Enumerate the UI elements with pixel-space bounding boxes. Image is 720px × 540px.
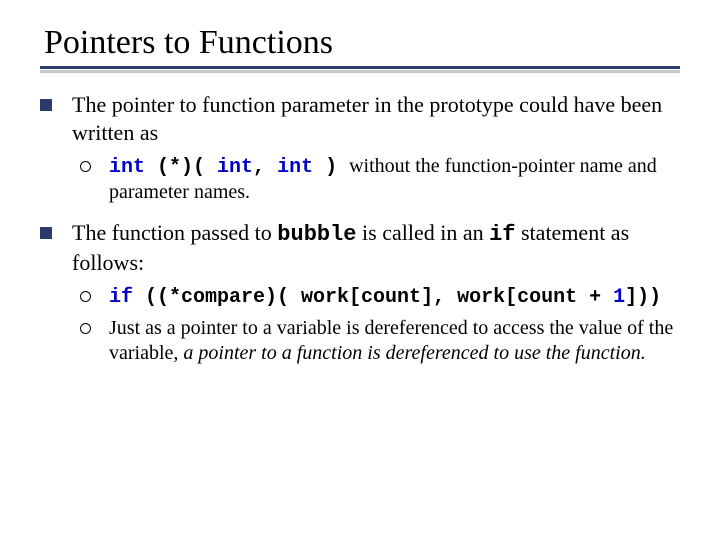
- code-text: (*)(: [145, 156, 217, 179]
- circle-bullet-icon: [80, 323, 91, 334]
- sub-bullet-text: int (*)( int, int ) without the function…: [109, 154, 680, 205]
- slide: Pointers to Functions The pointer to fun…: [0, 0, 720, 540]
- rule-light: [40, 70, 680, 73]
- title-underline: [40, 66, 680, 73]
- code-text: ,: [253, 156, 277, 179]
- title-block: Pointers to Functions: [40, 24, 680, 73]
- sub-bullet-item: Just as a pointer to a variable is deref…: [80, 316, 680, 366]
- bullet-text: The pointer to function parameter in the…: [72, 91, 680, 146]
- square-bullet-icon: [40, 99, 52, 111]
- plain-text: The function passed to: [72, 220, 277, 245]
- code-number: 1: [613, 286, 625, 309]
- bullet-item: The pointer to function parameter in the…: [40, 91, 680, 146]
- plain-text: is called in an: [357, 220, 490, 245]
- circle-bullet-icon: [80, 161, 91, 172]
- square-bullet-icon: [40, 227, 52, 239]
- slide-title: Pointers to Functions: [40, 24, 680, 62]
- code-keyword: int: [277, 156, 313, 179]
- sub-bullet-text: if ((*compare)( work[count], work[count …: [109, 284, 680, 310]
- code-text: bubble: [277, 222, 356, 247]
- code-keyword: int: [217, 156, 253, 179]
- sub-bullet-item: int (*)( int, int ) without the function…: [80, 154, 680, 205]
- code-keyword: if: [109, 286, 133, 309]
- rule-dark: [40, 66, 680, 69]
- slide-body: The pointer to function parameter in the…: [40, 91, 680, 366]
- bullet-item: The function passed to bubble is called …: [40, 219, 680, 276]
- code-text: ])): [625, 286, 661, 309]
- circle-bullet-icon: [80, 291, 91, 302]
- emphasis-text: a pointer to a function is dereferenced …: [183, 342, 645, 364]
- bullet-text: The function passed to bubble is called …: [72, 219, 680, 276]
- sub-bullet-item: if ((*compare)( work[count], work[count …: [80, 284, 680, 310]
- code-text: ((*compare)( work[count], work[count +: [133, 286, 613, 309]
- code-keyword: int: [109, 156, 145, 179]
- code-text: if: [489, 222, 515, 247]
- sub-bullet-text: Just as a pointer to a variable is deref…: [109, 316, 680, 366]
- code-text: ): [313, 156, 349, 179]
